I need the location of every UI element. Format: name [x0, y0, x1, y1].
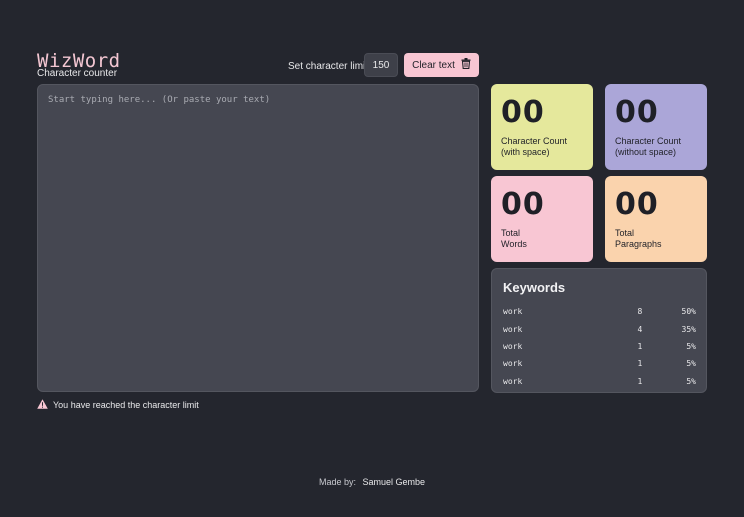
- stat-card-characters-without-space: 00 Character Count (without space): [605, 84, 707, 170]
- keyword-row: work 4 35%: [503, 320, 696, 337]
- keyword-count: 1: [637, 359, 643, 369]
- clear-text-button[interactable]: Clear text: [404, 53, 479, 77]
- keyword-row: work 1 5%: [503, 355, 696, 372]
- keyword-count: 8: [637, 307, 643, 317]
- keyword-percent: 5%: [686, 341, 696, 351]
- keyword-count: 1: [637, 341, 643, 351]
- author-link[interactable]: Samuel Gembe: [363, 477, 426, 487]
- keyword-word: work: [503, 324, 523, 334]
- stat-label: Character Count (with space): [501, 136, 568, 157]
- stat-value: 00: [615, 187, 659, 222]
- stat-value: 00: [615, 95, 659, 130]
- keyword-row: work 8 50%: [503, 303, 696, 320]
- made-by-label: Made by:: [318, 477, 356, 487]
- character-limit-label: Set character limit:: [288, 61, 371, 72]
- keyword-row: work 1 5%: [503, 338, 696, 355]
- keyword-percent: 50%: [681, 307, 696, 317]
- stat-label: Character Count (without space): [615, 136, 682, 157]
- character-limit-warning: You have reached the character limit: [37, 399, 199, 411]
- keyword-word: work: [503, 341, 523, 351]
- stat-value: 00: [501, 95, 545, 130]
- logo-subtitle: Character counter: [37, 68, 118, 79]
- logo: WizWord Character counter: [37, 51, 121, 79]
- keyword-percent: 35%: [681, 324, 696, 334]
- stat-card-total-paragraphs: 00 Total Paragraphs: [605, 176, 707, 262]
- keywords-panel: Keywords work 8 50% work 4 35% work 1 5%…: [491, 268, 707, 393]
- clear-text-label: Clear text: [412, 59, 455, 71]
- keyword-count: 4: [637, 324, 643, 334]
- keyword-word: work: [503, 359, 523, 369]
- keyword-row: work 1 5%: [503, 373, 696, 390]
- keyword-count: 1: [637, 376, 643, 386]
- stat-label: Total Paragraphs: [615, 228, 662, 249]
- text-editor[interactable]: [37, 84, 479, 392]
- warning-text: You have reached the character limit: [53, 400, 199, 410]
- trash-icon: [461, 58, 471, 72]
- keyword-word: work: [503, 376, 523, 386]
- keywords-title: Keywords: [503, 280, 566, 295]
- keyword-percent: 5%: [686, 376, 696, 386]
- stat-card-characters-with-space: 00 Character Count (with space): [491, 84, 593, 170]
- stat-card-total-words: 00 Total Words: [491, 176, 593, 262]
- keyword-word: work: [503, 307, 523, 317]
- warning-icon: [37, 399, 48, 411]
- stat-value: 00: [501, 187, 545, 222]
- stat-label: Total Words: [501, 228, 527, 249]
- character-limit-input[interactable]: [364, 53, 398, 77]
- keyword-percent: 5%: [686, 359, 696, 369]
- footer: Made by: Samuel Gembe: [0, 477, 744, 487]
